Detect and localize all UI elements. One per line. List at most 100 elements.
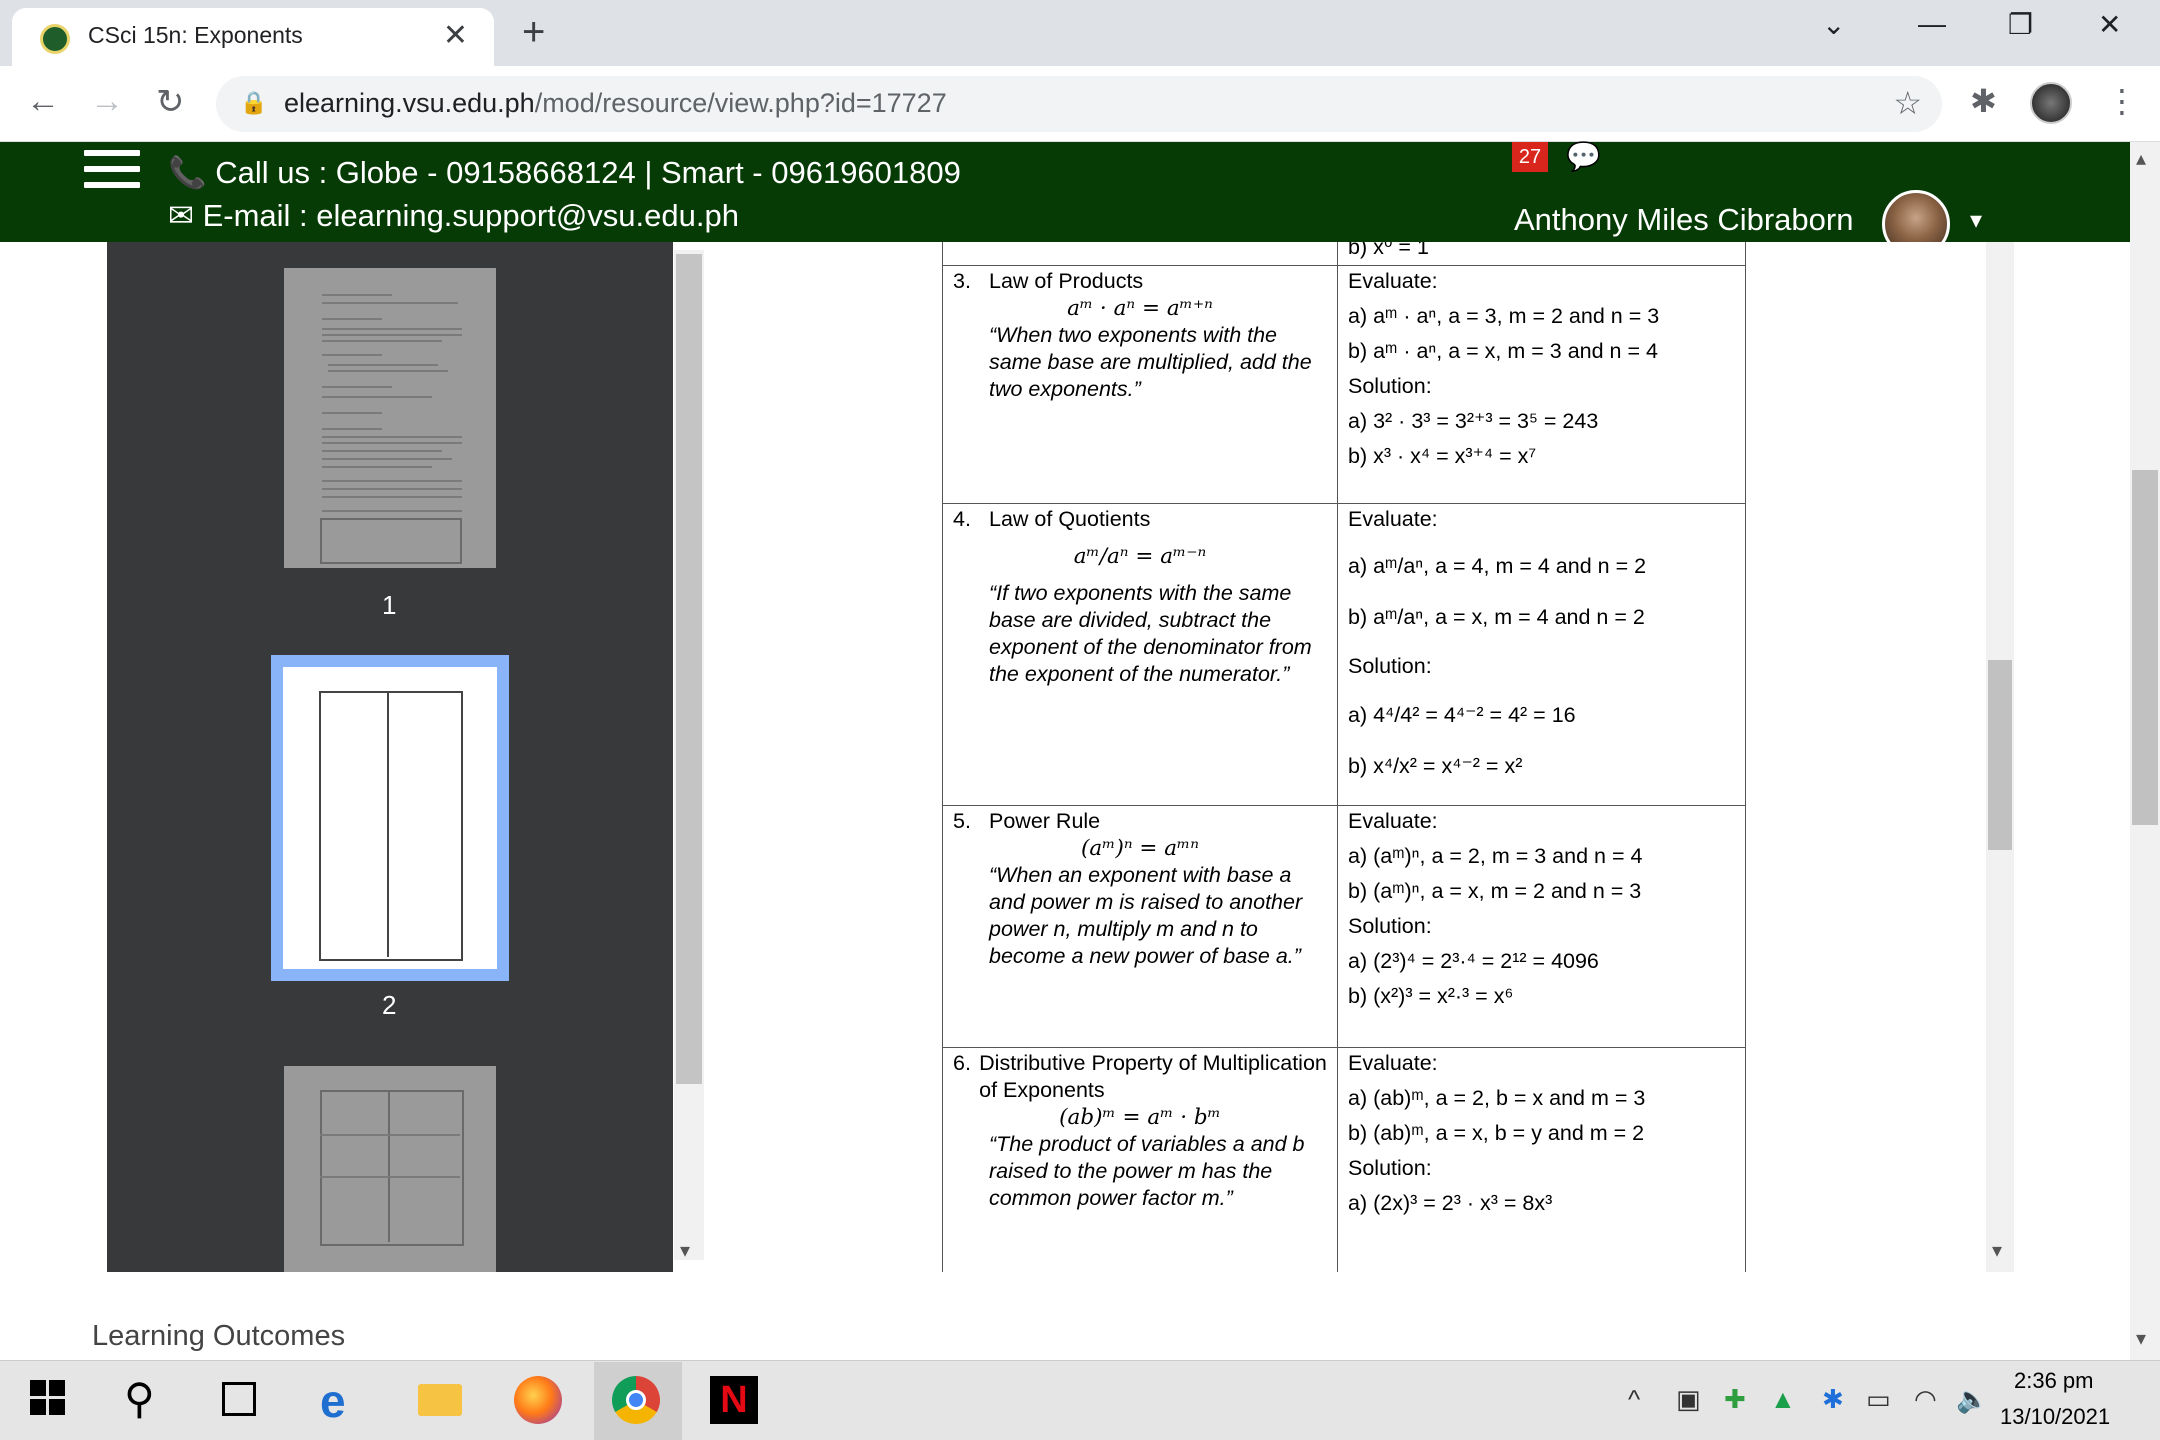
volume-icon[interactable]: 🔈 (1956, 1384, 1988, 1415)
page-number-2: 2 (382, 990, 397, 1020)
cell-line: Solution: (1348, 914, 1432, 938)
law-name: Power Rule (989, 809, 1101, 833)
lock-icon: 🔒 (240, 90, 268, 115)
tab-title: CSci 15n: Exponents (88, 22, 303, 48)
laws-of-exponents-table: b) x⁰ = 1 3. Law of Products aᵐ · aⁿ = aᵐ… (942, 242, 1746, 1272)
law-number: 3. (953, 269, 971, 293)
reload-button[interactable]: ↻ (156, 82, 185, 122)
cell-line: a) (2³)⁴ = 2³·⁴ = 2¹² = 4096 (1348, 949, 1599, 973)
law-formula: aᵐ · aⁿ = aᵐ⁺ⁿ (1067, 296, 1213, 321)
url-host: elearning.vsu.edu.ph (284, 88, 535, 118)
chrome-icon[interactable] (612, 1376, 660, 1424)
task-view-icon[interactable] (222, 1382, 256, 1416)
cell-line: a) (2x)³ = 2³ · x³ = 8x³ (1348, 1191, 1553, 1215)
tab-search-icon[interactable]: ⌄ (1822, 8, 1845, 41)
pdf-page: b) x⁰ = 1 3. Law of Products aᵐ · aⁿ = aᵐ… (704, 242, 1986, 1272)
learning-outcomes-heading: Learning Outcomes (92, 1320, 346, 1352)
profile-avatar[interactable] (2030, 82, 2072, 124)
law-description: “If two exponents with the same base are… (989, 581, 1312, 686)
table-row: 5. Power Rule (aᵐ)ⁿ = aᵐⁿ “When an expone… (942, 805, 1746, 1048)
table-row: b) x⁰ = 1 (942, 242, 1746, 266)
forward-button[interactable]: → (90, 82, 124, 121)
edge-browser-icon[interactable]: e (320, 1374, 346, 1428)
tray-plus-icon[interactable]: ✚ (1724, 1384, 1746, 1415)
url-text[interactable]: elearning.vsu.edu.ph/mod/resource/view.p… (284, 88, 947, 119)
law-formula: (ab)ᵐ = aᵐ · bᵐ (1059, 1105, 1221, 1130)
cell-line: b) (ab)ᵐ, a = x, b = y and m = 2 (1348, 1121, 1645, 1145)
user-menu-dropdown-icon[interactable]: ▾ (1970, 206, 1982, 235)
law-formula: (aᵐ)ⁿ = aᵐⁿ (1081, 836, 1199, 861)
sidebar-scroll-thumb[interactable] (676, 254, 702, 1084)
bluetooth-icon[interactable]: ✱ (1822, 1384, 1844, 1415)
clock-date[interactable]: 13/10/2021 (2000, 1404, 2110, 1430)
wifi-icon[interactable]: ◠ (1914, 1384, 1937, 1415)
page-scroll-thumb[interactable] (2132, 470, 2158, 825)
law-description: “When two exponents with the same base a… (989, 323, 1312, 401)
cell-line: Evaluate: (1348, 809, 1438, 833)
call-us-text: 📞 Call us : Globe - 09158668124 | Smart … (168, 155, 961, 190)
email-text: ✉ E-mail : elearning.support@vsu.edu.ph (168, 198, 739, 233)
notification-badge[interactable]: 27 (1512, 142, 1548, 172)
cell-line: Evaluate: (1348, 1051, 1438, 1075)
netflix-icon[interactable]: N (710, 1376, 758, 1424)
cell-line: a) aᵐ/aⁿ, a = 4, m = 4 and n = 2 (1348, 554, 1647, 578)
law-number: 4. (953, 507, 971, 531)
law-number: 6. (953, 1051, 971, 1075)
url-path: /mod/resource/view.php?id=17727 (534, 88, 947, 118)
file-explorer-icon[interactable] (418, 1384, 462, 1416)
browser-tab[interactable]: CSci 15n: Exponents ✕ (12, 8, 494, 66)
tab-close-icon[interactable]: ✕ (443, 18, 468, 53)
cell-line: Evaluate: (1348, 269, 1438, 293)
page-scroll-up-icon[interactable]: ▴ (2136, 146, 2146, 171)
cell-line: a) (aᵐ)ⁿ, a = 2, m = 3 and n = 4 (1348, 844, 1643, 868)
show-hidden-icons[interactable]: ^ (1628, 1384, 1640, 1415)
chat-bubble-icon[interactable]: 💬 (1566, 140, 1601, 173)
back-button[interactable]: ← (26, 82, 60, 121)
law-formula: aᵐ/aⁿ = aᵐ⁻ⁿ (1073, 544, 1207, 569)
browser-menu-icon[interactable]: ⋮ (2106, 82, 2138, 120)
minimize-button[interactable]: — (1918, 8, 1946, 40)
user-name[interactable]: Anthony Miles Cibraborn (1514, 202, 1853, 238)
close-window-button[interactable]: ✕ (2098, 8, 2121, 41)
law-name: Law of Products (989, 269, 1144, 293)
sidebar-scroll-down-icon[interactable]: ▾ (680, 1238, 690, 1263)
windows-start-icon[interactable] (30, 1380, 66, 1416)
restore-button[interactable]: ❐ (2008, 8, 2033, 41)
new-tab-button[interactable]: + (522, 10, 545, 55)
site-favicon-icon (40, 24, 70, 54)
cell-line: Solution: (1348, 1156, 1432, 1180)
bookmark-star-icon[interactable]: ☆ (1893, 84, 1922, 122)
firefox-icon[interactable] (514, 1376, 562, 1424)
hamburger-menu-icon[interactable] (84, 150, 140, 194)
cell-line: b) (x²)³ = x²·³ = x⁶ (1348, 984, 1514, 1008)
law-name: Distributive Property of Multiplication … (979, 1051, 1327, 1102)
cell-line: a) 4⁴/4² = 4⁴⁻² = 4² = 16 (1348, 703, 1576, 727)
google-drive-icon[interactable]: ▲ (1770, 1384, 1796, 1415)
cell-line: Solution: (1348, 654, 1432, 678)
page-thumbnail-1[interactable] (284, 268, 496, 568)
document-scroll-thumb[interactable] (1988, 660, 2012, 850)
law-name: Law of Quotients (989, 507, 1151, 531)
battery-icon[interactable]: ▭ (1866, 1384, 1891, 1415)
clock-time[interactable]: 2:36 pm (2014, 1368, 2094, 1394)
tray-app-icon[interactable]: ▣ (1676, 1384, 1701, 1415)
table-row: 3. Law of Products aᵐ · aⁿ = aᵐ⁺ⁿ “When t… (942, 265, 1746, 504)
address-bar[interactable]: 🔒 elearning.vsu.edu.ph/mod/resource/view… (216, 76, 1942, 132)
cell-line: Evaluate: (1348, 507, 1438, 531)
law-number: 5. (953, 809, 971, 833)
cell-line: b) x⁴/x² = x⁴⁻² = x² (1348, 754, 1523, 778)
document-scroll-down-icon[interactable]: ▾ (1992, 1238, 2002, 1263)
search-icon[interactable]: ⚲ (124, 1374, 155, 1423)
page-scroll-down-icon[interactable]: ▾ (2136, 1326, 2146, 1351)
cell-line: b) aᵐ/aⁿ, a = x, m = 4 and n = 2 (1348, 605, 1645, 629)
cell-line: b) aᵐ · aⁿ, a = x, m = 3 and n = 4 (1348, 339, 1658, 363)
cell-line: b) x³ · x⁴ = x³⁺⁴ = x⁷ (1348, 444, 1537, 468)
cell-line: a) 3² · 3³ = 3²⁺³ = 3⁵ = 243 (1348, 409, 1599, 433)
table-row: 4. Law of Quotients aᵐ/aⁿ = aᵐ⁻ⁿ “If two … (942, 503, 1746, 806)
cell-line: a) aᵐ · aⁿ, a = 3, m = 2 and n = 3 (1348, 304, 1660, 328)
page-thumbnail-3[interactable] (284, 1066, 496, 1272)
cell-line: b) (aᵐ)ⁿ, a = x, m = 2 and n = 3 (1348, 879, 1642, 903)
law-description: “The product of variables a and b raised… (989, 1132, 1305, 1210)
page-thumbnail-2[interactable] (283, 667, 497, 969)
extensions-icon[interactable]: ✱ (1970, 82, 1997, 120)
